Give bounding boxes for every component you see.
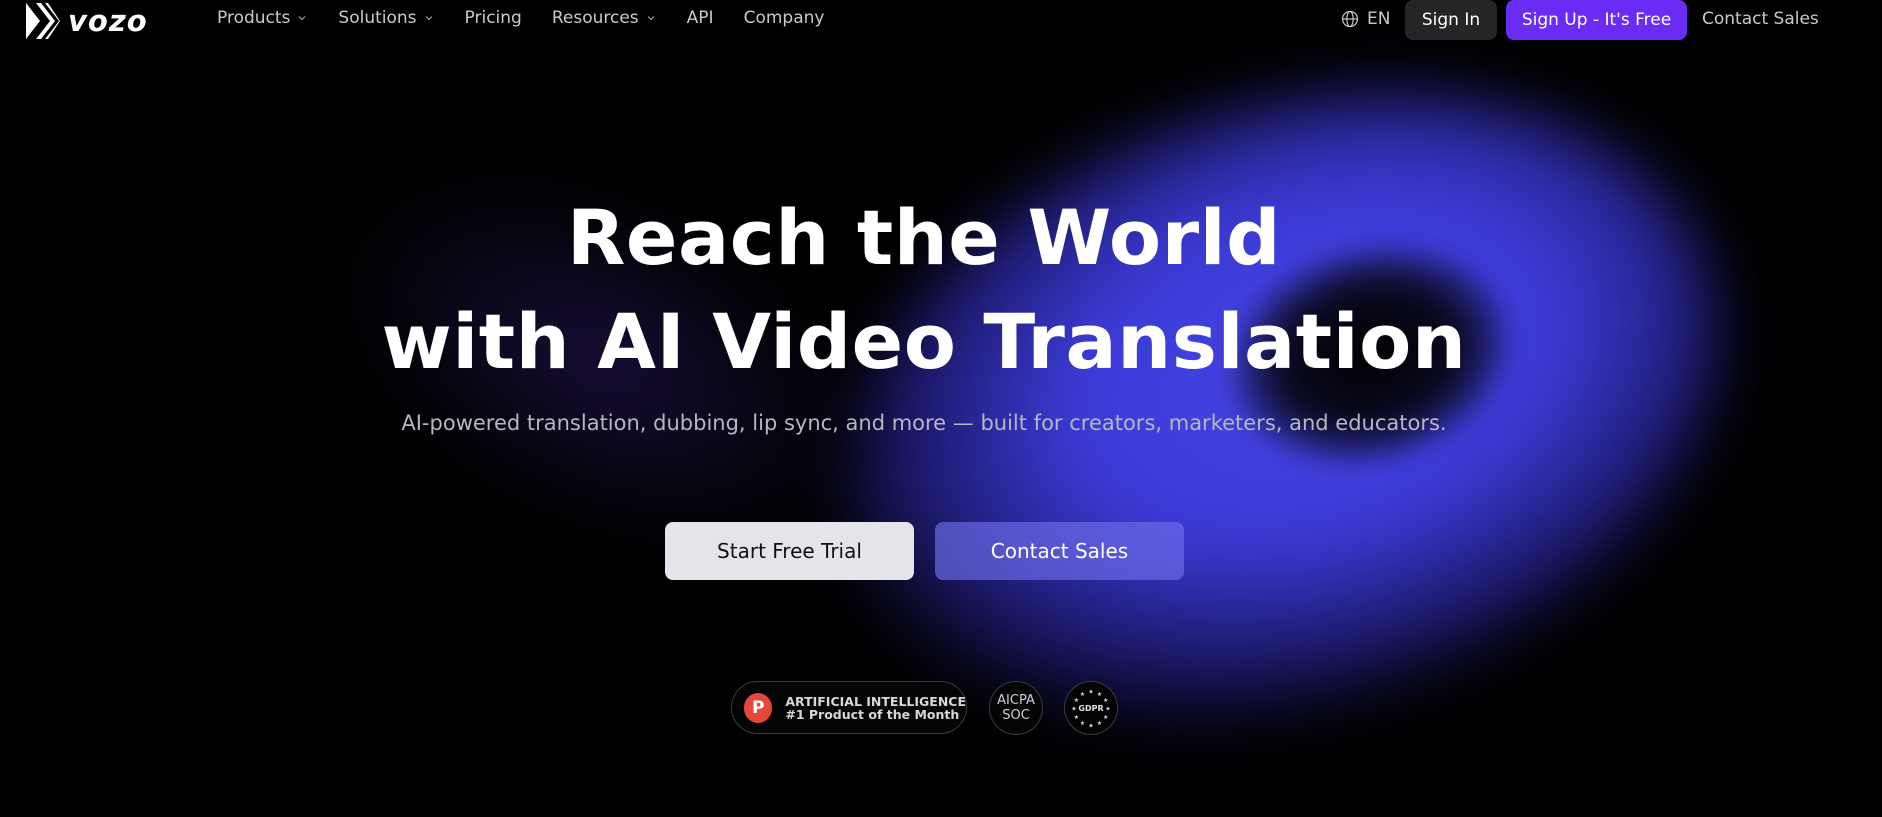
aicpa-soc-badge: AICPA SOC	[989, 681, 1043, 735]
nav-item-api[interactable]: API	[687, 8, 714, 28]
nav-item-label: Pricing	[464, 8, 522, 28]
vozo-logo[interactable]: vozo	[24, 1, 148, 41]
chevron-down-icon	[425, 16, 432, 21]
language-label: EN	[1367, 9, 1391, 29]
nav-item-products[interactable]: Products	[217, 8, 308, 28]
svg-text:★: ★	[1071, 706, 1076, 713]
globe-icon	[1341, 10, 1359, 28]
hero-title: Reach the World with AI Video Translatio…	[0, 186, 1848, 394]
gdpr-label: GDPR	[1078, 703, 1104, 713]
nav-item-label: Solutions	[338, 8, 417, 28]
product-hunt-letter: P	[751, 697, 765, 718]
svg-text:★: ★	[1097, 720, 1102, 727]
vozo-logo-icon	[26, 3, 60, 39]
nav-item-label: API	[686, 8, 714, 28]
product-hunt-award: #1 Product of the Month	[785, 706, 960, 722]
svg-text:★: ★	[1105, 706, 1110, 713]
svg-text:★: ★	[1103, 697, 1108, 704]
brand-name: vozo	[68, 4, 148, 38]
top-navigation: vozo Products Solutions Pricing Resource…	[0, 0, 1882, 40]
nav-item-label: Products	[217, 8, 291, 28]
svg-text:★: ★	[1074, 714, 1079, 721]
nav-links: Products Solutions Pricing Resources API…	[217, 8, 854, 28]
nav-item-company[interactable]: Company	[744, 8, 825, 28]
svg-text:★: ★	[1080, 720, 1085, 727]
soc-label: SOC	[1002, 708, 1030, 723]
sign-up-button[interactable]: Sign Up - It's Free	[1506, 0, 1687, 40]
svg-text:★: ★	[1080, 691, 1085, 698]
product-hunt-text: ARTIFICIAL INTELLIGENCE #1 Product of th…	[785, 695, 966, 721]
svg-text:★: ★	[1103, 714, 1108, 721]
start-free-trial-button[interactable]: Start Free Trial	[665, 522, 914, 580]
aicpa-label: AICPA	[997, 693, 1035, 708]
svg-text:★: ★	[1097, 691, 1102, 698]
nav-item-label: Resources	[551, 8, 639, 28]
hero-contact-sales-button[interactable]: Contact Sales	[935, 522, 1184, 580]
nav-item-pricing[interactable]: Pricing	[465, 8, 522, 28]
nav-item-resources[interactable]: Resources	[552, 8, 657, 28]
chevron-down-icon	[647, 16, 655, 21]
chevron-down-icon	[298, 16, 306, 21]
product-hunt-category: ARTIFICIAL INTELLIGENCE	[785, 693, 966, 709]
gdpr-badge: ★ ★ ★ ★ ★ ★ ★ ★ ★ ★ ★ ★ GDPR	[1064, 681, 1118, 735]
hero-subtitle: AI-powered translation, dubbing, lip syn…	[401, 411, 1447, 435]
nav-item-label: Company	[743, 8, 825, 28]
hero-title-line2: with AI Video Translation	[381, 297, 1467, 386]
language-selector[interactable]: EN	[1341, 9, 1390, 29]
hero-title-line1: Reach the World	[566, 193, 1282, 282]
svg-text:★: ★	[1088, 689, 1093, 696]
product-hunt-badge[interactable]: P ARTIFICIAL INTELLIGENCE #1 Product of …	[731, 681, 967, 734]
product-hunt-icon: P	[744, 692, 773, 723]
nav-contact-sales-link[interactable]: Contact Sales	[1702, 9, 1819, 29]
svg-text:★: ★	[1088, 723, 1093, 730]
nav-item-solutions[interactable]: Solutions	[338, 8, 434, 28]
sign-in-button[interactable]: Sign In	[1405, 0, 1497, 40]
